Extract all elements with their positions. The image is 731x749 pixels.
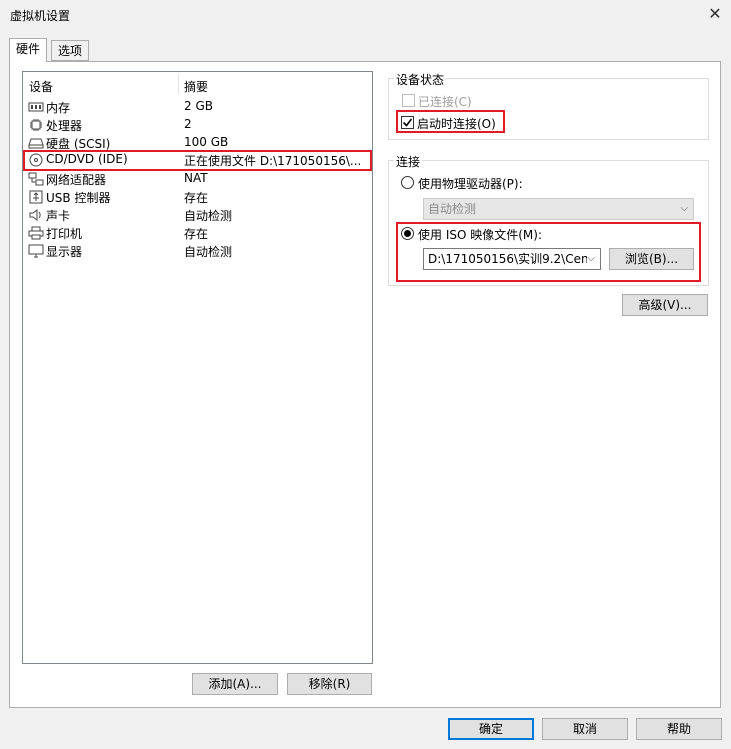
- add-device-button[interactable]: 添加(A)...: [192, 673, 278, 695]
- connected-checkbox[interactable]: [402, 94, 415, 107]
- hard-disk-icon: [28, 138, 44, 149]
- cd-dvd-icon: [29, 153, 43, 167]
- usb-icon: [29, 190, 43, 204]
- sound-card-icon: [29, 209, 41, 221]
- device-summary: 存在: [184, 227, 209, 241]
- device-name: CD/DVD (IDE): [46, 152, 128, 166]
- physical-drive-radio[interactable]: [401, 176, 414, 189]
- device-status-title: 设备状态: [394, 71, 447, 88]
- checkmark-icon: [402, 118, 413, 127]
- tab-options[interactable]: 选项: [51, 40, 90, 61]
- device-summary: 2: [184, 117, 192, 131]
- device-name: 硬盘 (SCSI): [46, 137, 111, 151]
- device-row-printer[interactable]: 打印机 存在: [24, 224, 371, 242]
- device-summary: 自动检测: [184, 209, 233, 223]
- chevron-down-icon: ⌵: [587, 249, 595, 269]
- connected-label: 已连接(C): [418, 95, 472, 109]
- device-name: 处理器: [46, 119, 83, 133]
- column-divider[interactable]: [178, 74, 179, 94]
- device-row-memory[interactable]: 内存 2 GB: [24, 98, 371, 116]
- device-row-display[interactable]: 显示器 自动检测: [24, 242, 371, 260]
- device-summary: 自动检测: [184, 245, 233, 259]
- browse-button[interactable]: 浏览(B)...: [609, 248, 694, 270]
- network-adapter-icon: [28, 172, 44, 186]
- advanced-button[interactable]: 高级(V)...: [622, 294, 708, 316]
- close-icon[interactable]: ✕: [704, 3, 726, 25]
- device-summary: 存在: [184, 191, 209, 205]
- physical-drive-value: 自动检测: [428, 202, 477, 216]
- device-summary: 正在使用文件 D:\171050156\...: [184, 154, 362, 168]
- physical-drive-label: 使用物理驱动器(P):: [418, 177, 523, 191]
- device-name: USB 控制器: [46, 191, 111, 205]
- device-summary: 100 GB: [184, 135, 229, 149]
- help-button[interactable]: 帮助: [636, 718, 722, 740]
- connect-at-power-on-label: 启动时连接(O): [417, 117, 496, 131]
- tab-hardware[interactable]: 硬件: [9, 38, 48, 62]
- iso-path-combobox[interactable]: D:\171050156\实训9.2\Cen ⌵: [423, 248, 601, 270]
- device-name: 显示器: [46, 245, 83, 259]
- device-summary: NAT: [184, 171, 208, 185]
- iso-path-value: D:\171050156\实训9.2\Cen: [428, 252, 589, 266]
- iso-image-radio[interactable]: [401, 227, 414, 240]
- device-list: 设备 摘要 内存 2 GB 处理器 2 硬盘 (SCSI) 100 GB CD/…: [22, 71, 373, 664]
- summary-column-header[interactable]: 摘要: [184, 78, 208, 95]
- printer-icon: [28, 226, 44, 240]
- ok-button[interactable]: 确定: [448, 718, 534, 740]
- device-row-hard-disk[interactable]: 硬盘 (SCSI) 100 GB: [24, 134, 371, 152]
- connection-title: 连接: [394, 153, 423, 170]
- device-name: 内存: [46, 101, 71, 115]
- processor-icon: [30, 119, 42, 131]
- device-column-header[interactable]: 设备: [29, 78, 53, 95]
- connect-at-power-on-checkbox[interactable]: [401, 116, 414, 129]
- display-icon: [28, 244, 44, 258]
- iso-image-label: 使用 ISO 映像文件(M):: [418, 228, 542, 242]
- device-name: 网络适配器: [46, 173, 107, 187]
- device-row-processor[interactable]: 处理器 2: [24, 116, 371, 134]
- device-row-network-adapter[interactable]: 网络适配器 NAT: [24, 170, 371, 188]
- device-row-cd-dvd[interactable]: CD/DVD (IDE) 正在使用文件 D:\171050156\...: [23, 150, 372, 171]
- physical-drive-dropdown[interactable]: 自动检测 ⌵: [423, 198, 694, 220]
- device-row-usb-controller[interactable]: USB 控制器 存在: [24, 188, 371, 206]
- remove-device-button[interactable]: 移除(R): [287, 673, 372, 695]
- chevron-down-icon: ⌵: [680, 203, 688, 214]
- cancel-button[interactable]: 取消: [542, 718, 628, 740]
- device-name: 打印机: [46, 227, 83, 241]
- device-summary: 2 GB: [184, 99, 213, 113]
- memory-icon: [28, 102, 44, 112]
- device-name: 声卡: [46, 209, 71, 223]
- window-title: 虚拟机设置: [10, 9, 71, 23]
- device-row-sound-card[interactable]: 声卡 自动检测: [24, 206, 371, 224]
